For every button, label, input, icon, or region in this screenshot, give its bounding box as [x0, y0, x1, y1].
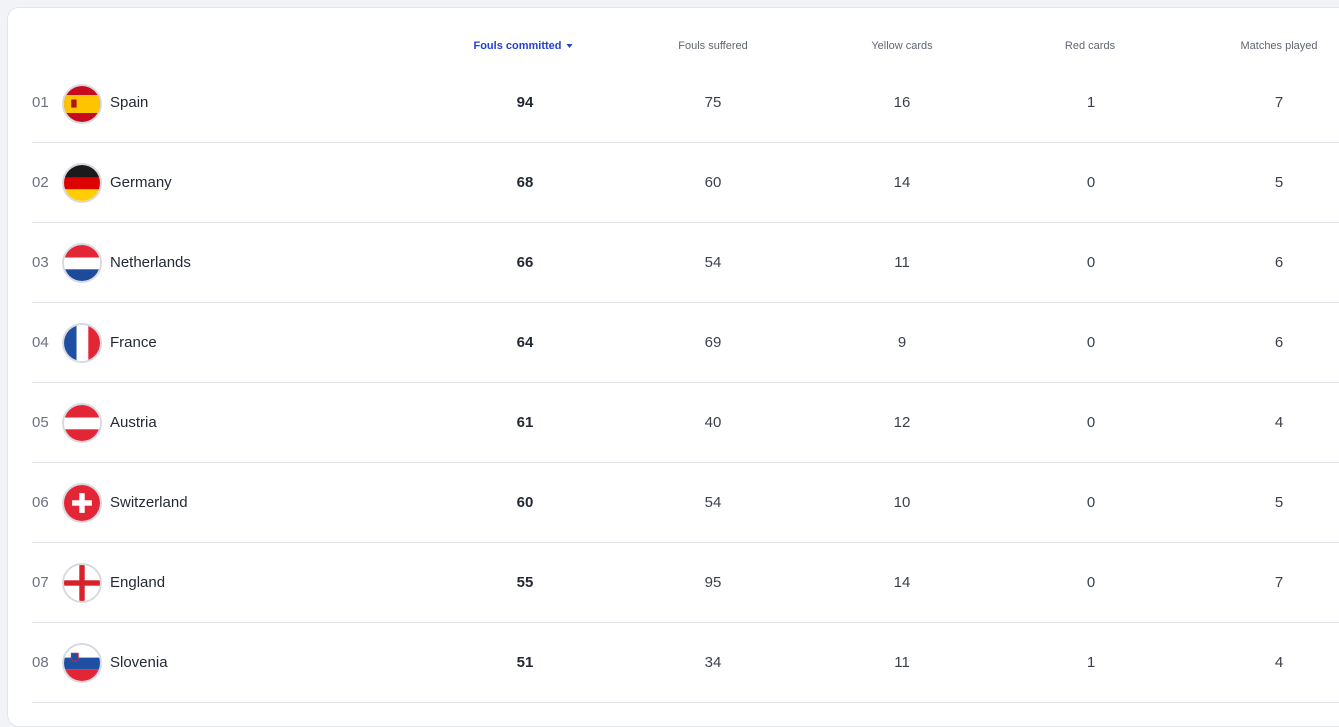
red-cards-value: 0 [1086, 414, 1096, 431]
netherlands-flag-icon [62, 243, 102, 283]
table-row[interactable]: 02 Germany 68 60 14 0 5 [32, 143, 1339, 223]
rank: 04 [32, 334, 49, 351]
fouls-committed-value: 64 [516, 334, 534, 351]
fouls-committed-value: 60 [516, 494, 534, 511]
table-row[interactable]: 06 Switzerland 60 54 10 0 5 [32, 463, 1339, 543]
red-cards-value: 1 [1086, 654, 1096, 671]
table-body: 01 Spain 94 75 16 1 7 02 Germany 68 60 1… [32, 72, 1339, 703]
germany-flag-icon [62, 163, 102, 203]
column-header-fouls-suffered[interactable]: Fouls suffered [678, 40, 748, 52]
rank: 08 [32, 654, 49, 671]
sort-descending-icon [566, 44, 573, 48]
fouls-committed-value: 94 [516, 94, 534, 111]
rank: 02 [32, 174, 49, 191]
fouls-committed-value: 51 [516, 654, 534, 671]
fouls-committed-value: 68 [516, 174, 534, 191]
table-header: Fouls committed Fouls suffered Yellow ca… [8, 8, 1339, 72]
fouls-suffered-value: 54 [704, 254, 722, 271]
red-cards-value: 0 [1086, 174, 1096, 191]
team-name[interactable]: Austria [110, 413, 157, 433]
switzerland-flag-icon [62, 483, 102, 523]
team-name[interactable]: Switzerland [110, 493, 188, 513]
rank: 06 [32, 494, 49, 511]
yellow-cards-value: 14 [893, 574, 911, 591]
team-name[interactable]: Spain [110, 93, 148, 113]
table-row[interactable]: 03 Netherlands 66 54 11 0 6 [32, 223, 1339, 303]
spain-flag-icon [62, 84, 102, 124]
red-cards-value: 0 [1086, 254, 1096, 271]
fouls-suffered-value: 54 [704, 494, 722, 511]
fouls-committed-value: 66 [516, 254, 534, 271]
england-flag-icon [62, 563, 102, 603]
matches-played-value: 6 [1274, 254, 1284, 271]
matches-played-value: 4 [1274, 414, 1284, 431]
rank: 05 [32, 414, 49, 431]
yellow-cards-value: 9 [897, 334, 907, 351]
rank: 01 [32, 94, 49, 111]
yellow-cards-value: 14 [893, 174, 911, 191]
yellow-cards-value: 10 [893, 494, 911, 511]
table-row[interactable]: 04 France 64 69 9 0 6 [32, 303, 1339, 383]
austria-flag-icon [62, 403, 102, 443]
column-header-matches-played[interactable]: Matches played [1240, 40, 1317, 52]
matches-played-value: 5 [1274, 174, 1284, 191]
yellow-cards-value: 11 [894, 254, 910, 271]
slovenia-flag-icon [62, 643, 102, 683]
fouls-suffered-value: 40 [704, 414, 722, 431]
column-header-fouls-committed[interactable]: Fouls committed [473, 40, 573, 52]
red-cards-value: 0 [1086, 334, 1096, 351]
yellow-cards-value: 16 [893, 94, 911, 111]
fouls-suffered-value: 34 [704, 654, 722, 671]
team-name[interactable]: Germany [110, 173, 172, 193]
table-row[interactable]: 07 England 55 95 14 0 7 [32, 543, 1339, 623]
team-name[interactable]: England [110, 573, 165, 593]
team-name[interactable]: France [110, 333, 157, 353]
yellow-cards-value: 11 [894, 654, 910, 671]
red-cards-value: 0 [1086, 574, 1096, 591]
team-name[interactable]: Slovenia [110, 653, 168, 673]
matches-played-value: 5 [1274, 494, 1284, 511]
matches-played-value: 7 [1274, 574, 1284, 591]
red-cards-value: 1 [1086, 94, 1096, 111]
fouls-committed-value: 55 [516, 574, 534, 591]
fouls-committed-value: 61 [516, 414, 534, 431]
matches-played-value: 4 [1274, 654, 1284, 671]
column-header-red-cards[interactable]: Red cards [1065, 40, 1115, 52]
fouls-suffered-value: 75 [704, 94, 722, 111]
rank: 07 [32, 574, 49, 591]
team-name[interactable]: Netherlands [110, 253, 191, 273]
yellow-cards-value: 12 [893, 414, 911, 431]
fouls-suffered-value: 69 [704, 334, 722, 351]
fouls-suffered-value: 60 [704, 174, 722, 191]
france-flag-icon [62, 323, 102, 363]
table-row[interactable]: 05 Austria 61 40 12 0 4 [32, 383, 1339, 463]
matches-played-value: 6 [1274, 334, 1284, 351]
rank: 03 [32, 254, 49, 271]
table-row[interactable]: 01 Spain 94 75 16 1 7 [32, 72, 1339, 143]
stats-table-card: Fouls committed Fouls suffered Yellow ca… [7, 7, 1339, 727]
matches-played-value: 7 [1274, 94, 1284, 111]
red-cards-value: 0 [1086, 494, 1096, 511]
column-header-yellow-cards[interactable]: Yellow cards [871, 40, 932, 52]
table-row[interactable]: 08 Slovenia 51 34 11 1 4 [32, 623, 1339, 703]
fouls-suffered-value: 95 [704, 574, 722, 591]
